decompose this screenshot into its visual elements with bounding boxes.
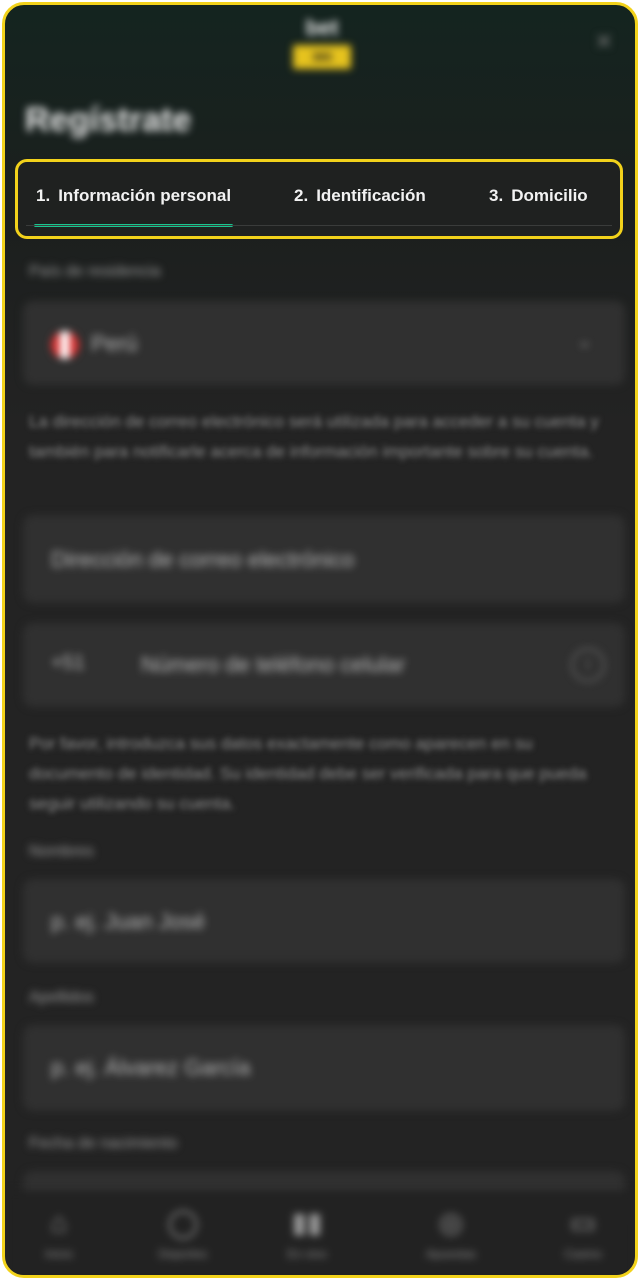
page-title: Regístrate — [25, 101, 192, 139]
close-icon[interactable]: ✕ — [593, 31, 615, 53]
name-placeholder: p. ej. Juan José — [51, 909, 206, 934]
sports-icon: ◯ — [167, 1207, 199, 1238]
live-icon: ▮▮ — [291, 1207, 323, 1238]
phone-placeholder: Número de teléfono celular — [141, 652, 406, 677]
bottom-navigation: ⌂ Inicio ◯ Deportes ▮▮ En vivo ◎ Apuesta… — [5, 1191, 635, 1275]
home-icon: ⌂ — [50, 1207, 68, 1238]
phone-prefix: +51 — [51, 652, 85, 674]
casino-icon: ▭ — [569, 1207, 597, 1238]
nav-home[interactable]: ⌂ Inicio — [19, 1205, 99, 1261]
dob-label: Fecha de nacimiento — [29, 1135, 178, 1152]
tab-label: Información personal — [58, 186, 232, 205]
bets-icon: ◎ — [438, 1207, 464, 1238]
nav-label: Casino — [564, 1247, 602, 1261]
app-frame: bet 365 ✕ Regístrate 1. Información perso… — [2, 2, 638, 1278]
tab-step-number: 2. — [294, 186, 309, 205]
nav-label: Deportes — [158, 1247, 208, 1261]
registration-steps: 1. Información personal 2. Identificación … — [15, 159, 623, 239]
tab-step-number: 3. — [489, 186, 504, 205]
surname-placeholder: p. ej. Álvarez García — [51, 1055, 251, 1080]
peru-flag-icon — [51, 331, 79, 359]
nav-bets[interactable]: ◎ Apuestas — [411, 1205, 491, 1261]
nav-live[interactable]: ▮▮ En vivo — [267, 1205, 347, 1261]
tab-label: Domicilio — [511, 186, 588, 205]
tab-informacion-personal[interactable]: 1. Información personal — [33, 186, 234, 227]
logo-bottom-text: 365 — [293, 45, 351, 69]
nav-label: Apuestas — [425, 1247, 477, 1261]
name-label: Nombres — [29, 843, 94, 860]
nav-sports[interactable]: ◯ Deportes — [143, 1205, 223, 1261]
nav-label: En vivo — [287, 1247, 327, 1261]
logo-top-text: bet — [305, 15, 339, 40]
nav-casino[interactable]: ▭ Casino — [543, 1205, 623, 1261]
email-note: La dirección de correo electrónico será … — [29, 412, 599, 461]
tabs-divider — [26, 225, 612, 226]
tab-identificacion[interactable]: 2. Identificación — [294, 186, 426, 216]
tab-step-number: 1. — [36, 186, 51, 205]
names-note: Por favor, introduzca sus datos exactame… — [29, 734, 587, 813]
tab-label: Identificación — [316, 186, 426, 205]
chevron-down-icon: ⌄ — [577, 331, 593, 351]
tab-domicilio[interactable]: 3. Domicilio — [489, 186, 588, 216]
info-icon[interactable]: i — [571, 648, 605, 682]
surname-label: Apellidos — [29, 989, 94, 1006]
country-value: Perú — [91, 331, 138, 356]
email-placeholder: Dirección de correo electrónico — [51, 547, 355, 572]
nav-label: Inicio — [44, 1247, 73, 1261]
country-label: País de residencia — [29, 263, 161, 280]
brand-logo: bet 365 — [293, 15, 351, 71]
